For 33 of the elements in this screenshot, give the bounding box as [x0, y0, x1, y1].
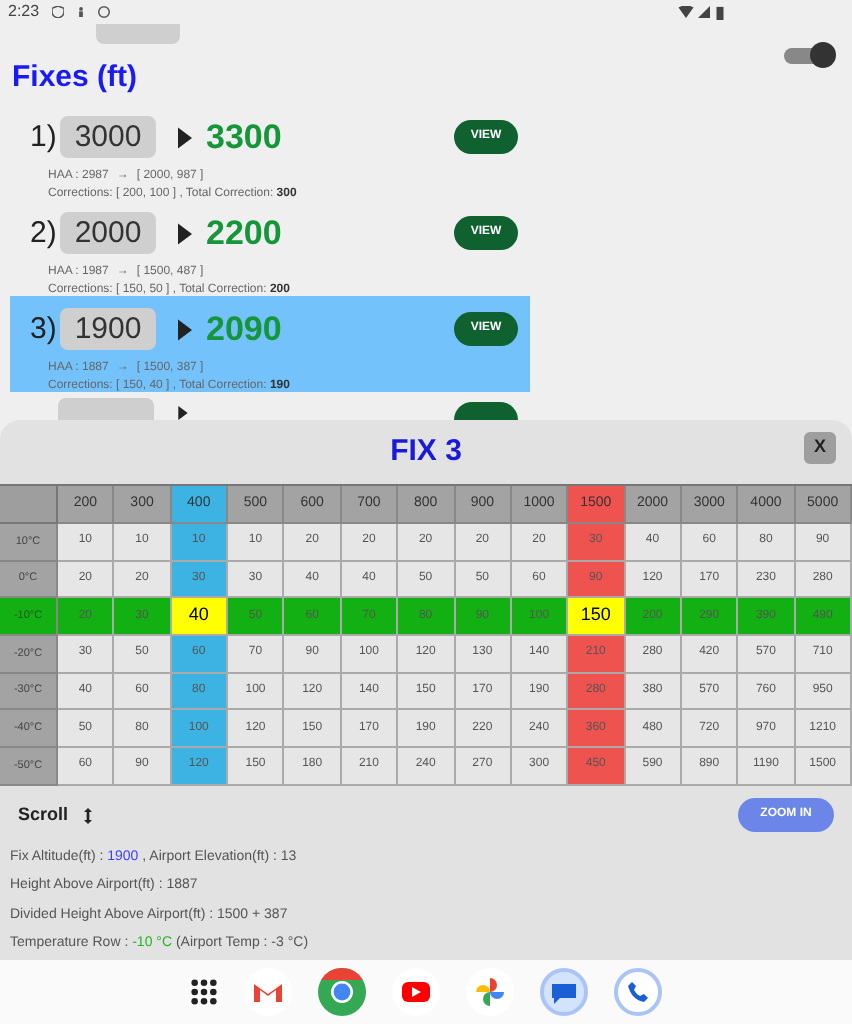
altitude-field[interactable]: 2000 — [60, 212, 156, 255]
play-arrow-icon — [176, 406, 190, 420]
table-cell: 40 — [171, 598, 229, 637]
corrected-altitude: 2200 — [206, 212, 282, 256]
shield-icon — [51, 6, 64, 18]
altitude-field[interactable] — [58, 398, 154, 420]
corrected-altitude: 3300 — [206, 116, 282, 160]
dialog-title: FIX 3 — [390, 431, 462, 472]
status-time: 2:23 — [8, 0, 40, 24]
signal-icon — [698, 6, 710, 18]
temp-field[interactable] — [96, 24, 180, 44]
altitude-field[interactable]: 1900 — [60, 308, 156, 351]
close-button[interactable]: X — [804, 432, 836, 464]
fix-number: 1) — [30, 117, 58, 157]
fix-number: 3) — [30, 309, 58, 349]
fixes-title: Fixes (ft) — [10, 60, 140, 96]
play-arrow-icon — [178, 125, 192, 150]
wifi-icon — [678, 6, 694, 18]
chat-icon[interactable] — [540, 968, 588, 1016]
altitude-field[interactable]: 3000 — [60, 116, 156, 159]
scroll-label: Scroll — [18, 802, 69, 829]
battery-icon — [716, 5, 724, 19]
vertical-arrows-icon — [84, 805, 93, 826]
play-arrow-icon — [178, 317, 192, 342]
table-cell: 150 — [568, 598, 626, 637]
corrected-altitude: 2090 — [206, 308, 282, 352]
view-button[interactable] — [454, 402, 518, 420]
apps-grid-icon[interactable] — [190, 978, 218, 1006]
fix-number: 2) — [30, 213, 58, 253]
accessibility-icon — [75, 6, 86, 18]
browser-icon[interactable] — [318, 968, 366, 1016]
play-arrow-icon — [178, 221, 192, 246]
phone-icon[interactable] — [614, 968, 662, 1016]
